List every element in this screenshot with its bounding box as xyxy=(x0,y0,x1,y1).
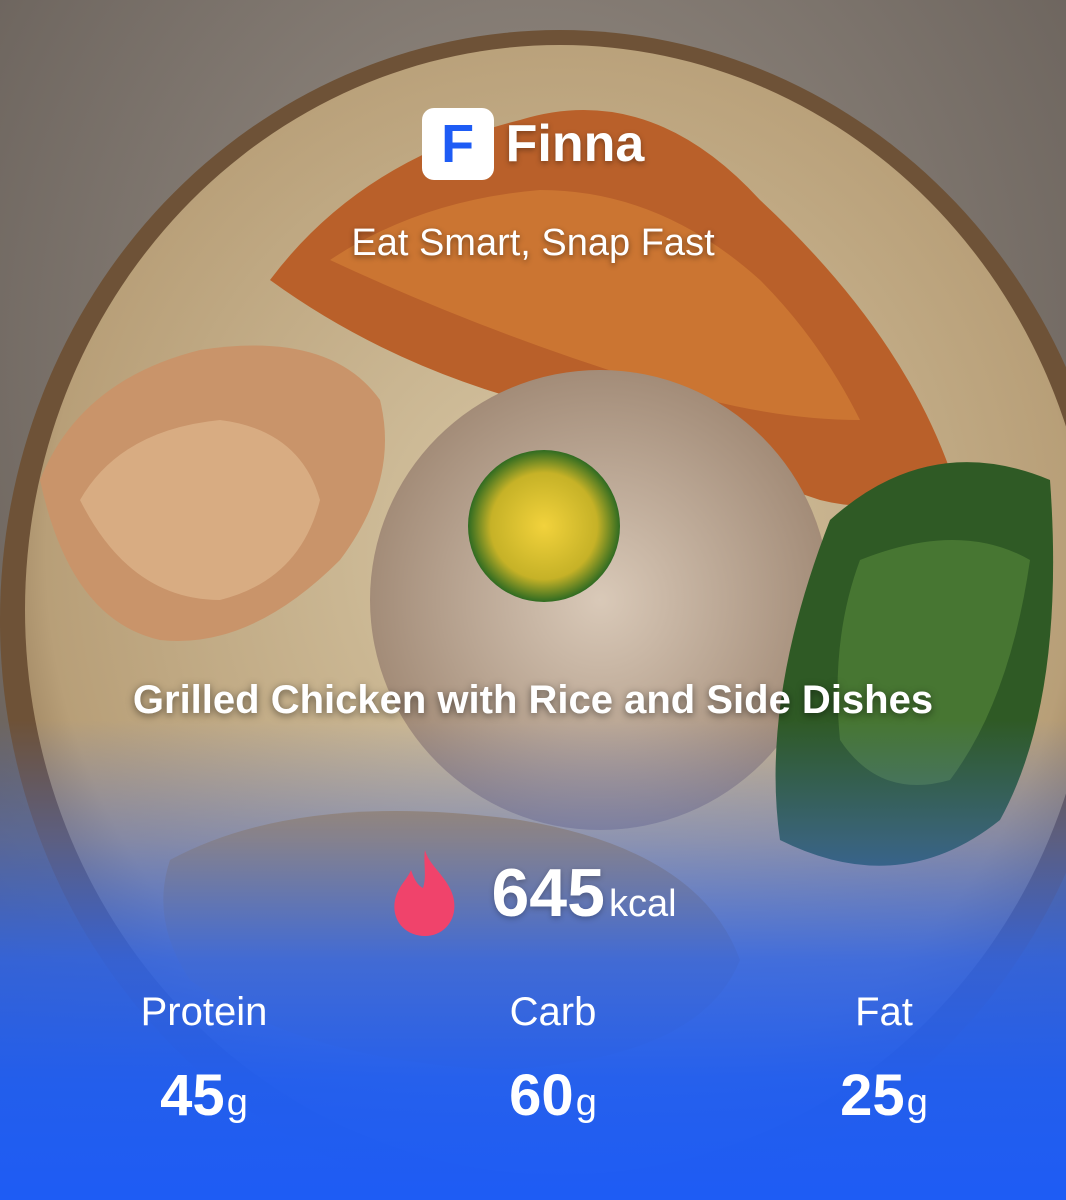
macro-unit: g xyxy=(575,1082,597,1124)
app-name: Finna xyxy=(505,115,645,173)
food-share-card: F Finna Eat Smart, Snap Fast Grilled Chi… xyxy=(0,0,1066,1200)
macro-value: 45 xyxy=(160,1063,225,1128)
calories-value: 645 xyxy=(491,855,605,931)
macro-carb: Carb 60g xyxy=(403,990,703,1129)
macro-label: Protein xyxy=(140,990,268,1034)
macro-fat: Fat 25g xyxy=(734,990,1034,1129)
macro-label: Fat xyxy=(855,990,913,1034)
macro-unit: g xyxy=(226,1082,248,1124)
macro-value: 60 xyxy=(509,1063,574,1128)
macro-unit: g xyxy=(906,1082,928,1124)
calories-unit: kcal xyxy=(608,883,677,925)
f-letter-logo-icon: F xyxy=(421,108,494,180)
dish-name: Grilled Chicken with Rice and Side Dishe… xyxy=(132,678,934,722)
macro-value-group: 45g xyxy=(54,1062,354,1129)
macro-label: Carb xyxy=(509,990,597,1034)
macro-protein: Protein 45g xyxy=(54,990,354,1129)
app-tagline: Eat Smart, Snap Fast xyxy=(351,222,715,264)
macro-value-group: 60g xyxy=(403,1062,703,1129)
logo-letter: F xyxy=(441,114,475,174)
macro-value: 25 xyxy=(840,1063,905,1128)
flame-icon xyxy=(394,850,455,936)
macro-value-group: 25g xyxy=(734,1062,1034,1129)
calories-value-group: 645 kcal xyxy=(491,854,676,932)
brand-header: F Finna xyxy=(0,108,1066,180)
calories-summary: 645 kcal xyxy=(0,848,1066,938)
